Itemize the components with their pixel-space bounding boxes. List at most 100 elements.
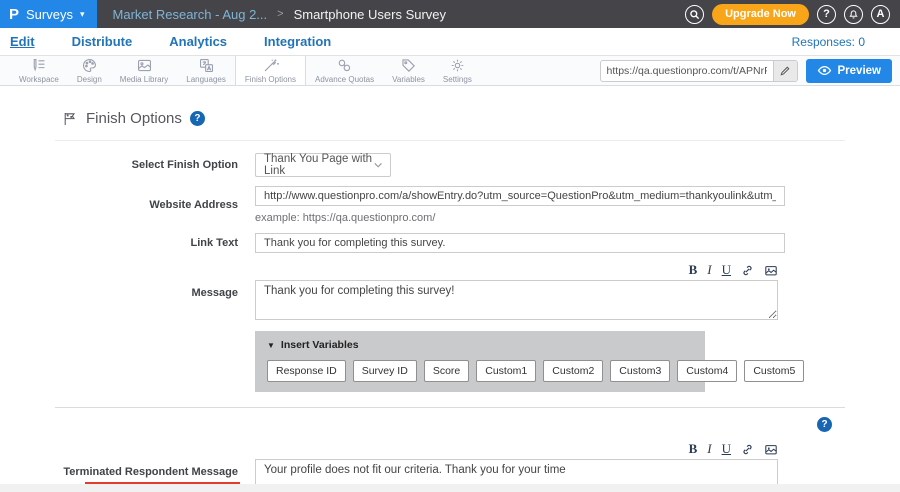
- survey-url-input[interactable]: [601, 65, 773, 77]
- link-button[interactable]: [741, 443, 754, 456]
- toolbar-right: Preview: [600, 56, 900, 85]
- website-address-label: Website Address: [55, 199, 238, 211]
- responses-count[interactable]: Responses: 0: [792, 35, 890, 49]
- link-text-input[interactable]: [255, 233, 785, 253]
- terminated-help-row: ?: [55, 417, 845, 432]
- breadcrumb-survey-name: Smartphone Users Survey: [294, 7, 446, 22]
- toolbar-item-finish-options[interactable]: Finish Options: [235, 56, 306, 85]
- caret-down-icon: ▾: [80, 9, 85, 20]
- toolbar-label: Variables: [392, 75, 425, 84]
- eye-icon: [817, 65, 832, 76]
- survey-url-box: [600, 60, 798, 82]
- preview-button[interactable]: Preview: [806, 59, 892, 83]
- message-editor-toolbar-row: B I U: [55, 262, 845, 278]
- toolbar-item-media-library[interactable]: Media Library: [111, 56, 177, 85]
- pencil-icon: [779, 65, 791, 77]
- terminated-message-label: Terminated Respondent Message: [55, 459, 238, 478]
- topbar-actions: Upgrade Now ? A: [685, 4, 900, 25]
- chevron-down-icon: [374, 162, 382, 169]
- toolbar-label: Media Library: [120, 75, 168, 84]
- tab-distribute[interactable]: Distribute: [72, 34, 133, 49]
- notifications-button[interactable]: [844, 5, 863, 24]
- link-icon: [741, 443, 754, 456]
- terminated-message-label-text: Terminated Respondent Message: [63, 466, 238, 478]
- insert-variables-row: ▼ Insert Variables Response ID Survey ID…: [55, 329, 845, 392]
- var-button-custom2[interactable]: Custom2: [543, 360, 603, 382]
- avatar[interactable]: A: [871, 5, 890, 24]
- toolbar-item-design[interactable]: Design: [68, 56, 111, 85]
- image-button[interactable]: [764, 264, 778, 277]
- image-button[interactable]: [764, 443, 778, 456]
- upgrade-button[interactable]: Upgrade Now: [712, 4, 809, 25]
- tab-edit[interactable]: Edit: [10, 34, 35, 49]
- website-address-input[interactable]: [255, 186, 785, 206]
- product-switcher[interactable]: P Surveys ▾: [0, 0, 97, 28]
- finish-option-selected-value: Thank You Page with Link: [264, 153, 374, 177]
- settings-icon: [449, 57, 466, 74]
- var-button-survey-id[interactable]: Survey ID: [353, 360, 417, 382]
- toolbar-label: Languages: [186, 75, 226, 84]
- page-title: Finish Options: [86, 110, 182, 127]
- var-button-response-id[interactable]: Response ID: [267, 360, 346, 382]
- triangle-down-icon: ▼: [267, 341, 275, 350]
- toolbar-label: Finish Options: [245, 75, 296, 84]
- website-address-hint: example: https://qa.questionpro.com/: [255, 212, 845, 224]
- workspace-icon: [30, 57, 47, 74]
- survey-nav: Edit Distribute Analytics Integration Re…: [0, 28, 900, 56]
- var-button-custom5[interactable]: Custom5: [744, 360, 804, 382]
- message-textarea[interactable]: Thank you for completing this survey!: [255, 280, 778, 320]
- topbar: P Surveys ▾ Market Research - Aug 2... >…: [0, 0, 900, 28]
- bold-button[interactable]: B: [689, 262, 698, 278]
- link-text-label: Link Text: [55, 237, 238, 249]
- tab-integration[interactable]: Integration: [264, 34, 331, 49]
- image-icon: [764, 443, 778, 456]
- var-button-custom4[interactable]: Custom4: [677, 360, 737, 382]
- edit-url-button[interactable]: [773, 61, 797, 81]
- languages-icon: [198, 57, 215, 74]
- edit-toolbar: Workspace Design Media Library: [0, 56, 900, 86]
- italic-button[interactable]: I: [707, 441, 711, 457]
- tab-analytics[interactable]: Analytics: [169, 34, 227, 49]
- toolbar-item-variables[interactable]: Variables: [383, 56, 434, 85]
- toolbar-item-workspace[interactable]: Workspace: [10, 56, 68, 85]
- link-text-row: Link Text: [55, 233, 845, 253]
- terminated-editor-toolbar-row: B I U: [55, 441, 845, 457]
- insert-variables-panel: ▼ Insert Variables Response ID Survey ID…: [255, 331, 705, 392]
- advance-quotas-icon: [336, 57, 353, 74]
- bold-button[interactable]: B: [689, 441, 698, 457]
- toolbar-item-languages[interactable]: Languages: [177, 56, 235, 85]
- help-button[interactable]: ?: [817, 5, 836, 24]
- message-row: Message Thank you for completing this su…: [55, 280, 845, 320]
- finish-options-help-icon[interactable]: ?: [190, 111, 205, 126]
- finish-option-select[interactable]: Thank You Page with Link: [255, 153, 391, 177]
- underline-button[interactable]: U: [722, 262, 731, 278]
- insert-variables-toggle[interactable]: ▼ Insert Variables: [267, 339, 693, 351]
- var-button-custom3[interactable]: Custom3: [610, 360, 670, 382]
- message-editor-toolbar: B I U: [255, 262, 778, 278]
- image-icon: [764, 264, 778, 277]
- breadcrumb-folder[interactable]: Market Research - Aug 2...: [113, 7, 268, 22]
- product-switcher-label: Surveys: [26, 7, 73, 22]
- link-icon: [741, 264, 754, 277]
- insert-variables-title: Insert Variables: [281, 339, 359, 351]
- search-button[interactable]: [685, 5, 704, 24]
- questionpro-logo-icon: P: [9, 6, 19, 23]
- website-address-row: Website Address example: https://qa.ques…: [55, 186, 845, 224]
- bell-icon: [848, 9, 859, 20]
- italic-button[interactable]: I: [707, 262, 711, 278]
- toolbar-label: Settings: [443, 75, 472, 84]
- terminated-editor-toolbar: B I U: [255, 441, 778, 457]
- var-button-custom1[interactable]: Custom1: [476, 360, 536, 382]
- toolbar-item-settings[interactable]: Settings: [434, 56, 481, 85]
- media-library-icon: [136, 57, 153, 74]
- link-button[interactable]: [741, 264, 754, 277]
- variables-icon: [400, 57, 417, 74]
- finish-options-page: Finish Options ? Select Finish Option Th…: [0, 86, 900, 492]
- search-icon: [689, 9, 700, 20]
- underline-button[interactable]: U: [722, 441, 731, 457]
- var-button-score[interactable]: Score: [424, 360, 469, 382]
- toolbar-label: Design: [77, 75, 102, 84]
- terminated-help-icon[interactable]: ?: [817, 417, 832, 432]
- breadcrumb-separator-icon: >: [277, 8, 283, 20]
- toolbar-item-advance-quotas[interactable]: Advance Quotas: [306, 56, 383, 85]
